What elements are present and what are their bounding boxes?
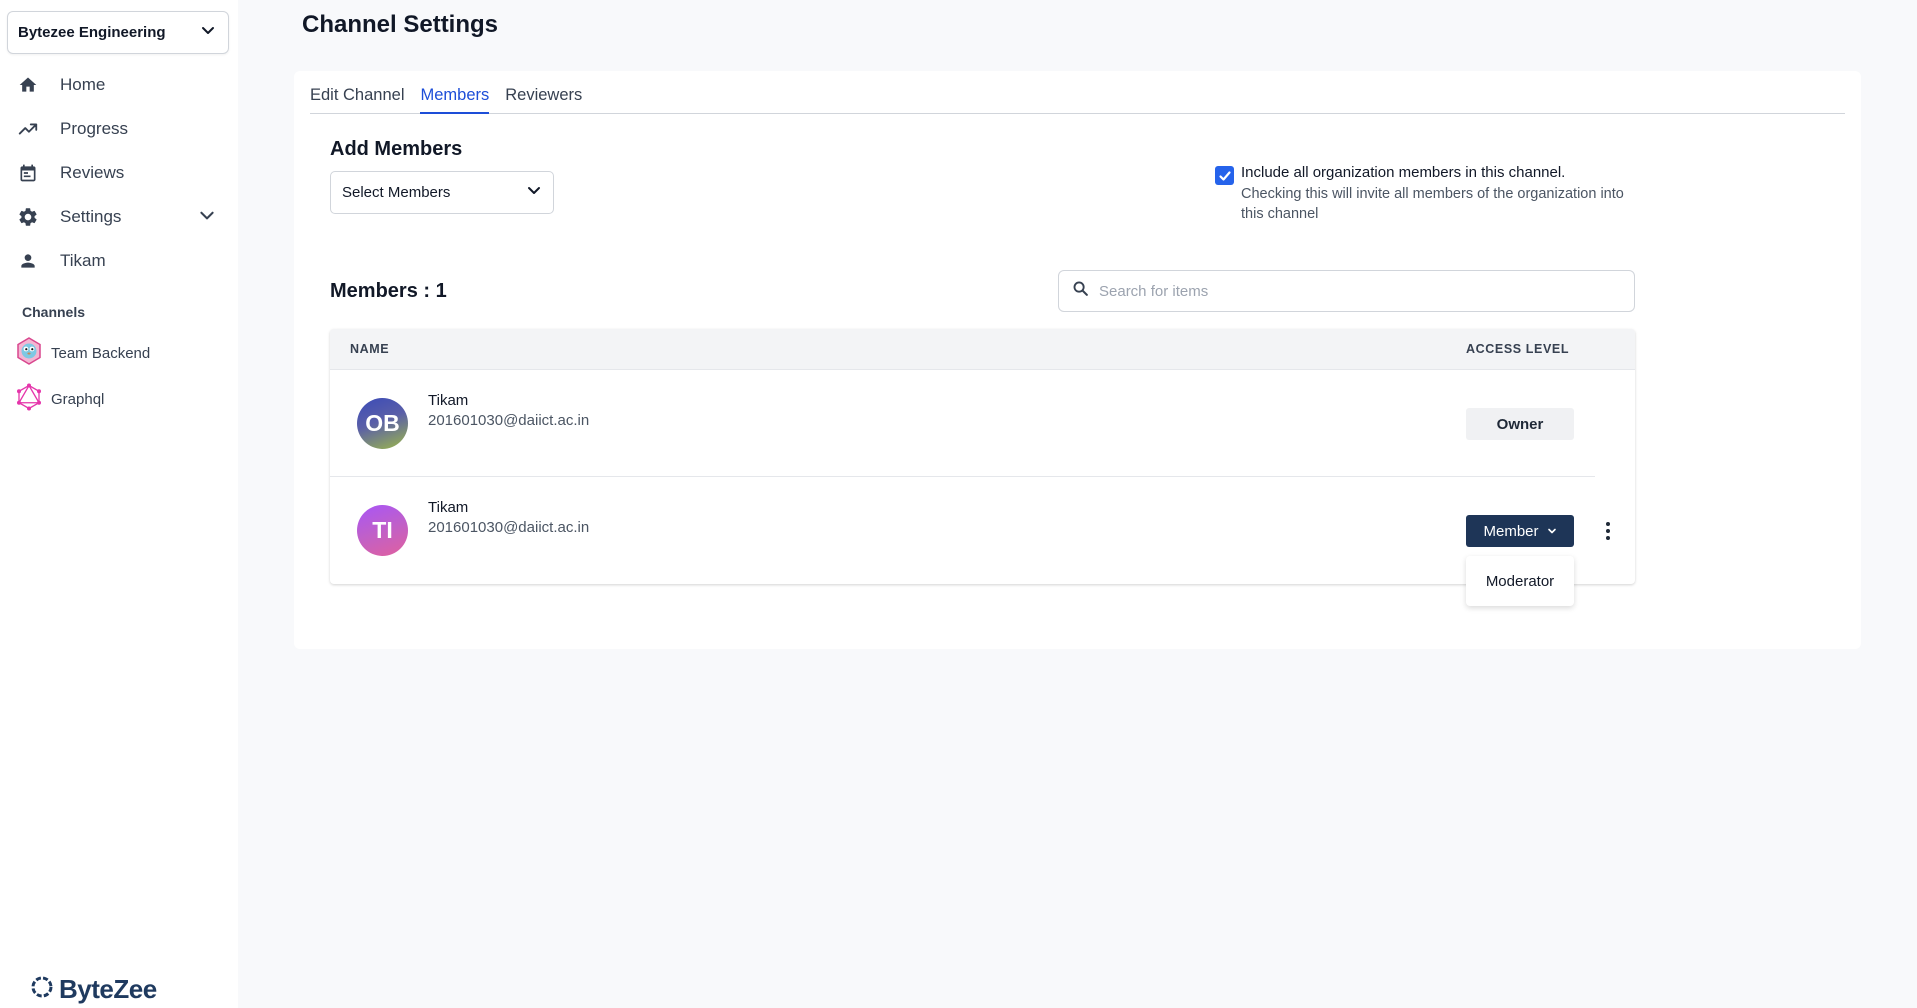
member-name: Tikam bbox=[428, 392, 469, 409]
sidebar-item-home[interactable]: Home bbox=[0, 63, 238, 107]
organization-name: Bytezee Engineering bbox=[18, 24, 166, 41]
chevron-down-icon bbox=[1547, 523, 1557, 540]
sidebar-item-label: Tikam bbox=[60, 251, 106, 270]
bytezee-logo-icon bbox=[29, 974, 55, 1005]
sidebar-item-label: Settings bbox=[60, 207, 122, 226]
search-icon bbox=[1072, 280, 1089, 302]
include-all-members-checkbox[interactable] bbox=[1215, 166, 1234, 185]
gear-icon bbox=[17, 206, 39, 228]
sidebar-item-profile[interactable]: Tikam bbox=[0, 239, 238, 283]
include-all-members-label: Include all organization members in this… bbox=[1241, 164, 1566, 181]
sidebar-item-label: Progress bbox=[60, 119, 129, 138]
column-header-access-level: ACCESS LEVEL bbox=[1466, 342, 1570, 356]
channel-label: Team Backend bbox=[51, 344, 151, 362]
sidebar-item-reviews[interactable]: Reviews bbox=[0, 151, 238, 195]
select-members-placeholder: Select Members bbox=[342, 184, 451, 201]
add-members-heading: Add Members bbox=[330, 138, 463, 160]
channel-settings-card: Edit Channel Members Reviewers Add Membe… bbox=[294, 71, 1861, 649]
organization-select[interactable]: Bytezee Engineering bbox=[7, 11, 229, 54]
select-members-dropdown[interactable]: Select Members bbox=[330, 171, 554, 214]
member-name: Tikam bbox=[428, 499, 469, 516]
sidebar-item-label: Home bbox=[60, 75, 106, 94]
brand-logo: ByteZee bbox=[29, 974, 157, 1005]
calendar-icon bbox=[17, 162, 39, 184]
table-row: OB Tikam 201601030@daiict.ac.in Owner bbox=[330, 370, 1635, 477]
include-all-members-help: Checking this will invite all members of… bbox=[1241, 186, 1624, 222]
search-input[interactable] bbox=[1099, 282, 1619, 300]
table-row: TI Tikam 201601030@daiict.ac.in Member M… bbox=[330, 477, 1635, 606]
sidebar-item-label: Reviews bbox=[60, 163, 125, 182]
tab-edit-channel[interactable]: Edit Channel bbox=[310, 86, 404, 113]
channel-label: Graphql bbox=[51, 390, 105, 408]
members-count: Members : 1 bbox=[330, 280, 447, 302]
person-icon bbox=[17, 250, 39, 272]
sidebar-nav: Home Progress Reviews Settings Tikam bbox=[0, 63, 238, 283]
avatar: OB bbox=[357, 398, 408, 449]
member-email: 201601030@daiict.ac.in bbox=[428, 519, 590, 536]
sidebar: Bytezee Engineering Home Progress Review… bbox=[0, 0, 238, 1008]
chevron-down-icon[interactable] bbox=[198, 206, 216, 229]
chevron-down-icon bbox=[200, 22, 216, 43]
sidebar-item-settings[interactable]: Settings bbox=[0, 195, 238, 239]
access-level-badge: Owner bbox=[1466, 408, 1574, 440]
page-title: Channel Settings bbox=[302, 11, 499, 38]
access-level-label: Member bbox=[1483, 522, 1539, 540]
check-icon bbox=[1218, 170, 1231, 181]
brand-name: ByteZee bbox=[59, 974, 157, 1004]
search-box bbox=[1058, 270, 1635, 312]
graphql-icon bbox=[15, 383, 43, 416]
member-email: 201601030@daiict.ac.in bbox=[428, 412, 590, 429]
avatar: TI bbox=[357, 505, 408, 556]
members-table: NAME ACCESS LEVEL OB Tikam 201601030@dai… bbox=[330, 329, 1635, 606]
more-options-icon[interactable] bbox=[1600, 519, 1616, 543]
channel-item-team-backend[interactable]: Team Backend bbox=[15, 336, 151, 370]
sidebar-item-progress[interactable]: Progress bbox=[0, 107, 238, 151]
trending-up-icon bbox=[17, 118, 39, 140]
table-header: NAME ACCESS LEVEL bbox=[330, 329, 1635, 370]
tab-reviewers[interactable]: Reviewers bbox=[505, 86, 582, 113]
access-level-select-button[interactable]: Member bbox=[1466, 515, 1574, 547]
chevron-down-icon bbox=[526, 182, 542, 203]
channels-heading: Channels bbox=[22, 304, 86, 320]
column-header-name: NAME bbox=[350, 342, 390, 356]
home-icon bbox=[17, 74, 39, 96]
access-level-option-moderator[interactable]: Moderator bbox=[1466, 556, 1574, 606]
gopher-icon bbox=[15, 336, 43, 370]
channel-item-graphql[interactable]: Graphql bbox=[15, 383, 105, 416]
tab-members[interactable]: Members bbox=[420, 86, 489, 114]
settings-tabs: Edit Channel Members Reviewers bbox=[310, 71, 1845, 114]
